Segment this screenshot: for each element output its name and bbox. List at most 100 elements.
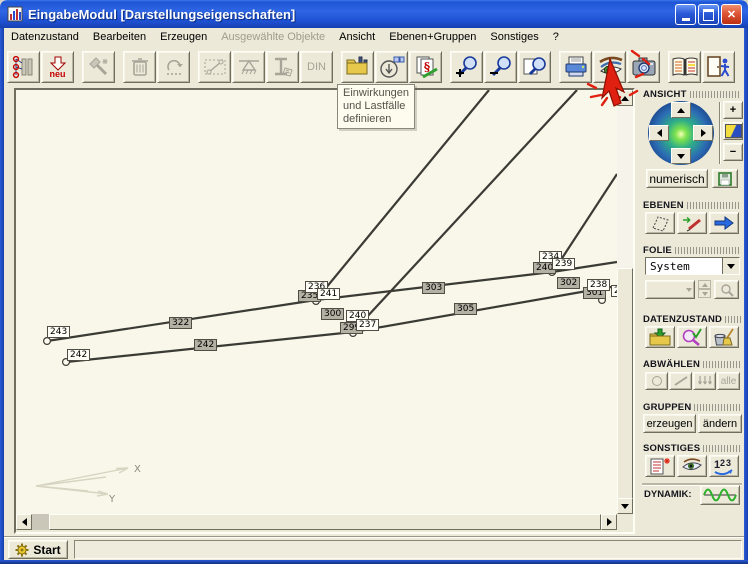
loads-folder-icon [345, 55, 371, 79]
zoom-out-view-button[interactable]: − [723, 143, 743, 161]
node-marker[interactable] [44, 338, 51, 345]
menu-bar: DatenzustandBearbeitenErzeugenAusgewählt… [4, 28, 744, 46]
document-spark-icon [649, 457, 671, 475]
loads-button[interactable] [341, 51, 374, 83]
window-border-left [0, 28, 4, 560]
pan-right-button[interactable] [693, 125, 713, 141]
vertical-scrollbar[interactable] [617, 90, 633, 514]
plane-select-button[interactable] [645, 212, 675, 234]
node-number-label: 237 [356, 319, 379, 331]
edit-pencil-icon [681, 214, 703, 232]
vertical-scrollbar-thumb[interactable] [617, 268, 633, 500]
menu-item-ansicht[interactable]: Ansicht [332, 29, 382, 45]
minimize-button[interactable] [675, 4, 696, 25]
pan-up-button[interactable] [671, 102, 691, 118]
din-button[interactable]: DIN [300, 51, 333, 83]
menu-item-erzeugen[interactable]: Erzeugen [153, 29, 214, 45]
din-button-label: DIN [307, 61, 326, 73]
app-window: EingabeModul [Darstellungseigenschaften]… [0, 0, 748, 564]
menu-item-sonstiges[interactable]: Sonstiges [483, 29, 545, 45]
check-magnifier-icon [681, 328, 703, 346]
circle-icon [652, 376, 662, 386]
scroll-down-button[interactable] [617, 498, 633, 514]
undo-button[interactable] [157, 51, 190, 83]
start-button[interactable]: Start [8, 540, 68, 559]
window-title: EingabeModul [Darstellungseigenschaften] [28, 7, 295, 22]
menu-item-hilfe[interactable]: ? [546, 29, 566, 45]
dynamics-button[interactable] [700, 485, 740, 505]
measure-button[interactable] [198, 51, 231, 83]
check-data-button[interactable] [677, 326, 707, 348]
new-button[interactable]: neu [41, 51, 74, 83]
node-number-label: 241 [317, 288, 340, 300]
close-button[interactable]: ✕ [721, 4, 742, 25]
menu-item-bearbeiten[interactable]: Bearbeiten [86, 29, 153, 45]
node-number-label: 239 [552, 258, 575, 270]
load-data-button[interactable] [645, 326, 675, 348]
horizontal-scrollbar[interactable] [16, 514, 617, 530]
ansicht-header: ANSICHT [643, 89, 687, 100]
numeric-view-button[interactable]: numerisch [646, 169, 708, 188]
zoom-out-button[interactable] [484, 51, 517, 83]
display-properties-button[interactable] [593, 51, 626, 83]
loadcase-icon [379, 55, 405, 79]
small-eye-icon [681, 457, 703, 475]
catalog-button[interactable] [668, 51, 701, 83]
view-options-button[interactable] [677, 455, 707, 477]
open-folder-icon [649, 328, 671, 346]
plane-next-button[interactable] [709, 212, 739, 234]
app-icon[interactable] [7, 6, 23, 22]
maximize-button[interactable] [698, 4, 719, 25]
printer-icon [563, 55, 589, 79]
new-button-label: neu [49, 70, 65, 78]
divider [719, 102, 720, 164]
norms-button[interactable]: § [409, 51, 442, 83]
pan-down-button[interactable] [671, 148, 691, 164]
support-button[interactable] [232, 51, 265, 83]
print-button[interactable] [559, 51, 592, 83]
hammer-button[interactable] [82, 51, 115, 83]
blue-arrow-icon [713, 215, 735, 231]
zoom-window-button[interactable] [518, 51, 551, 83]
horizontal-scrollbar-thumb[interactable] [49, 514, 601, 530]
hammer-icon [86, 55, 112, 79]
zoom-in-button[interactable] [450, 51, 483, 83]
system-numbers-button[interactable] [7, 51, 40, 83]
element-number-label: 300 [321, 308, 344, 320]
title-bar[interactable]: EingabeModul [Darstellungseigenschaften]… [0, 0, 748, 28]
zoom-in-view-button[interactable]: + [723, 101, 743, 119]
folie-dropdown[interactable]: System [645, 257, 740, 275]
paragraph-icon: § [413, 55, 439, 79]
scroll-up-button[interactable] [617, 90, 633, 106]
pan-left-button[interactable] [649, 125, 669, 141]
contrast-button[interactable] [723, 122, 743, 140]
group-change-button[interactable]: ändern [698, 414, 742, 433]
element-number-label: 305 [454, 303, 477, 315]
loadcase-button[interactable] [375, 51, 408, 83]
report-button[interactable] [645, 455, 675, 477]
drawing-canvas[interactable]: X Y 322242235300299303305240302301243242… [16, 90, 617, 514]
exit-button[interactable] [702, 51, 735, 83]
menu-item-datenzustand[interactable]: Datenzustand [4, 29, 86, 45]
plane-edit-button[interactable] [677, 212, 707, 234]
profile-button[interactable] [266, 51, 299, 83]
scroll-left-button[interactable] [16, 514, 32, 530]
folie-spinner [698, 280, 711, 298]
snapshot-button[interactable] [627, 51, 660, 83]
clean-data-button[interactable] [709, 326, 739, 348]
abwaehlen-header: ABWÄHLEN [643, 359, 700, 370]
scroll-right-button[interactable] [601, 514, 617, 530]
tooltip-line: Einwirkungen [343, 87, 409, 100]
menu-item-ebenen-gruppen[interactable]: Ebenen+Gruppen [382, 29, 483, 45]
group-create-button[interactable]: erzeugen [643, 414, 696, 433]
dropdown-arrow-icon[interactable] [722, 258, 739, 274]
renumber-button[interactable]: 1 2 3 [709, 455, 739, 477]
status-bar: Start [4, 536, 744, 561]
tooltip-line: und Lastfälle [343, 100, 409, 113]
support-icon [236, 55, 262, 79]
bucket-broom-icon [713, 328, 735, 346]
delete-button[interactable] [123, 51, 156, 83]
save-view-button[interactable] [712, 169, 738, 188]
node-number-label: 242 [67, 349, 90, 361]
toolbar: neu [4, 46, 744, 88]
